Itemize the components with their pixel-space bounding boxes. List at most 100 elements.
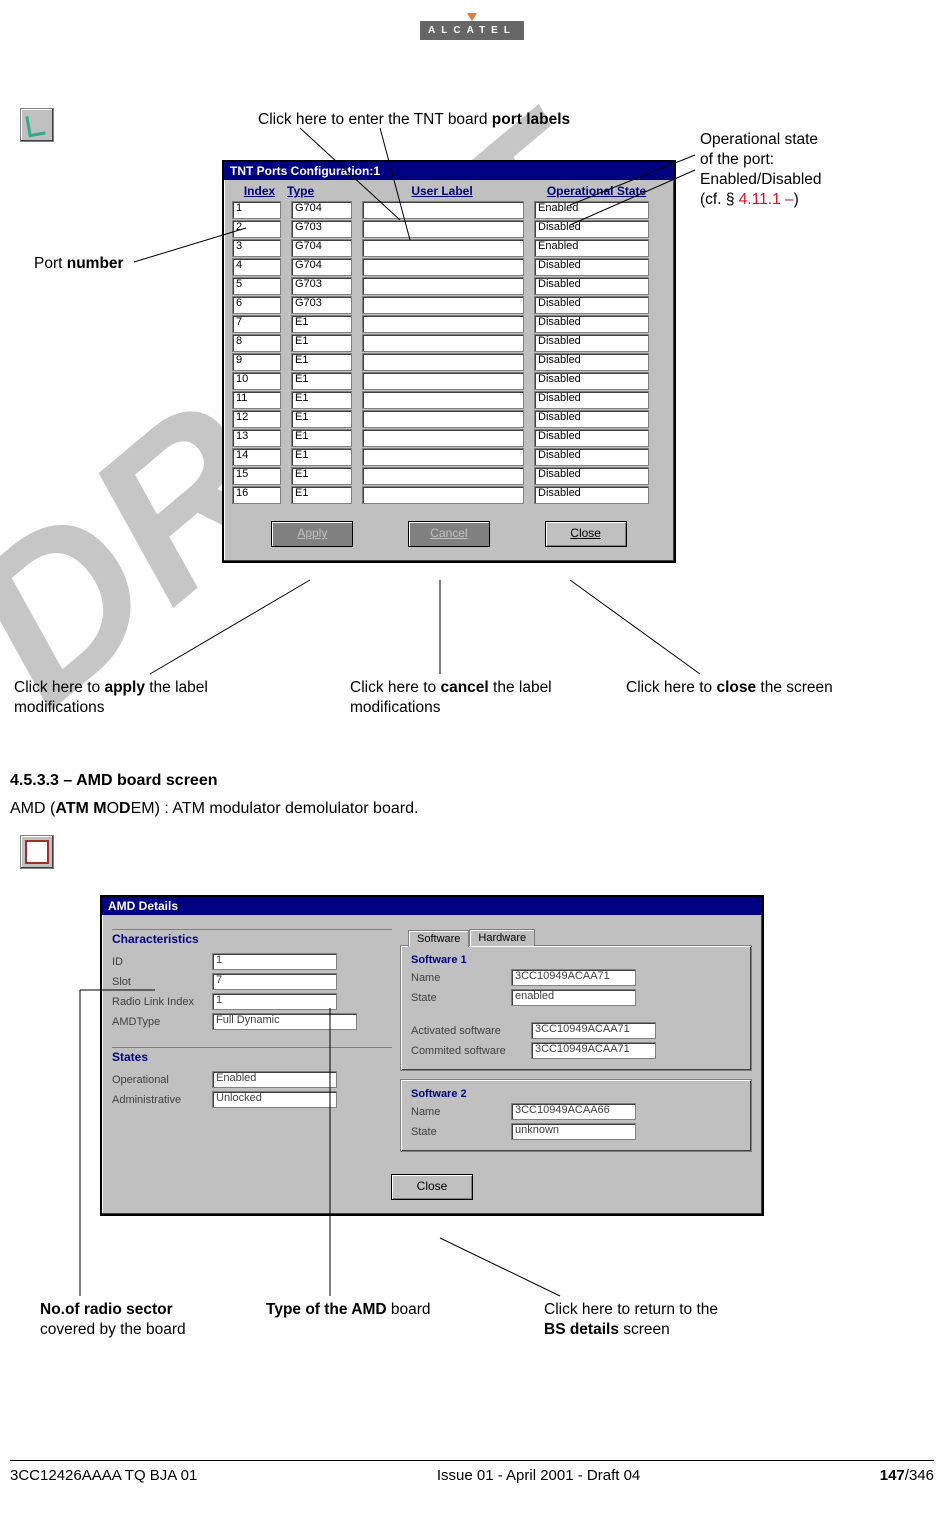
states-group: States bbox=[112, 1047, 392, 1068]
user-label-input[interactable] bbox=[362, 429, 524, 447]
table-row: 10E1Disabled bbox=[232, 372, 666, 390]
index-cell: 2 bbox=[232, 220, 281, 238]
user-label-input[interactable] bbox=[362, 220, 524, 238]
footer-center: Issue 01 - April 2001 - Draft 04 bbox=[437, 1467, 640, 1484]
sw1-name-field: 3CC10949ACAA71 bbox=[511, 969, 636, 986]
index-cell: 12 bbox=[232, 410, 281, 428]
user-label-input[interactable] bbox=[362, 467, 524, 485]
administrative-field: Unlocked bbox=[212, 1091, 337, 1108]
characteristics-group: Characteristics bbox=[112, 929, 392, 950]
footer-left: 3CC12426AAAA TQ BJA 01 bbox=[10, 1467, 197, 1484]
callout-cancel: Click here to cancel the label modificat… bbox=[350, 678, 552, 718]
tnt-titlebar: TNT Ports Configuration:1 bbox=[224, 162, 674, 180]
state-cell: Disabled bbox=[534, 410, 649, 428]
callout-port-number: Port number bbox=[34, 254, 124, 274]
index-cell: 8 bbox=[232, 334, 281, 352]
cancel-button[interactable]: Cancel bbox=[408, 521, 490, 547]
callout-radio-sector: No.of radio sector covered by the board bbox=[40, 1300, 186, 1340]
user-label-input[interactable] bbox=[362, 486, 524, 504]
index-cell: 3 bbox=[232, 239, 281, 257]
state-cell: Disabled bbox=[534, 296, 649, 314]
page-footer: 3CC12426AAAA TQ BJA 01 Issue 01 - April … bbox=[10, 1460, 934, 1484]
tnt-icon bbox=[20, 108, 54, 142]
index-cell: 1 bbox=[232, 201, 281, 219]
sw2-name-field: 3CC10949ACAA66 bbox=[511, 1103, 636, 1120]
index-cell: 15 bbox=[232, 467, 281, 485]
tab-hardware[interactable]: Hardware bbox=[469, 929, 535, 946]
amd-icon bbox=[20, 835, 54, 869]
index-cell: 9 bbox=[232, 353, 281, 371]
software-2-title: Software 2 bbox=[411, 1088, 741, 1100]
user-label-input[interactable] bbox=[362, 410, 524, 428]
index-cell: 7 bbox=[232, 315, 281, 333]
index-cell: 11 bbox=[232, 391, 281, 409]
index-cell: 14 bbox=[232, 448, 281, 466]
index-cell: 16 bbox=[232, 486, 281, 504]
type-cell: E1 bbox=[291, 429, 352, 447]
tab-software[interactable]: Software bbox=[408, 930, 469, 947]
index-cell: 6 bbox=[232, 296, 281, 314]
user-label-input[interactable] bbox=[362, 353, 524, 371]
type-cell: E1 bbox=[291, 334, 352, 352]
sw1-state-field: enabled bbox=[511, 989, 636, 1006]
table-row: 4G704Disabled bbox=[232, 258, 666, 276]
user-label-input[interactable] bbox=[362, 258, 524, 276]
table-row: 9E1Disabled bbox=[232, 353, 666, 371]
type-cell: G703 bbox=[291, 296, 352, 314]
index-cell: 10 bbox=[232, 372, 281, 390]
index-cell: 5 bbox=[232, 277, 281, 295]
apply-button[interactable]: Apply bbox=[271, 521, 353, 547]
callout-amd-type: Type of the AMD board bbox=[266, 1300, 431, 1320]
table-row: 5G703Disabled bbox=[232, 277, 666, 295]
user-label-input[interactable] bbox=[362, 448, 524, 466]
sw2-state-field: unknown bbox=[511, 1123, 636, 1140]
table-row: 14E1Disabled bbox=[232, 448, 666, 466]
index-cell: 4 bbox=[232, 258, 281, 276]
type-cell: E1 bbox=[291, 486, 352, 504]
id-field: 1 bbox=[212, 953, 337, 970]
footer-right: 147/346 bbox=[880, 1467, 934, 1484]
state-cell: Disabled bbox=[534, 391, 649, 409]
state-cell: Disabled bbox=[534, 467, 649, 485]
type-cell: E1 bbox=[291, 391, 352, 409]
callout-bs-details: Click here to return to the BS details s… bbox=[544, 1300, 718, 1340]
state-cell: Disabled bbox=[534, 486, 649, 504]
slot-field: 7 bbox=[212, 973, 337, 990]
state-cell: Disabled bbox=[534, 277, 649, 295]
user-label-input[interactable] bbox=[362, 201, 524, 219]
table-row: 16 E1 Disabled bbox=[232, 486, 666, 504]
state-cell: Disabled bbox=[534, 315, 649, 333]
amd-titlebar: AMD Details bbox=[102, 897, 762, 915]
table-row: 7 E1 Disabled bbox=[232, 315, 666, 333]
amd-type-field: Full Dynamic bbox=[212, 1013, 357, 1030]
user-label-input[interactable] bbox=[362, 239, 524, 257]
callout-port-labels: Click here to enter the TNT board port l… bbox=[258, 110, 570, 130]
table-row: 12 E1 Disabled bbox=[232, 410, 666, 428]
type-cell: G703 bbox=[291, 220, 352, 238]
section-heading: 4.5.3.3 – AMD board screen bbox=[10, 772, 218, 790]
logo: ALCATEL bbox=[10, 20, 934, 40]
user-label-input[interactable] bbox=[362, 334, 524, 352]
table-row: 6 G703 Disabled bbox=[232, 296, 666, 314]
amd-details-window: AMD Details Characteristics ID1 Slot7 Ra… bbox=[100, 895, 764, 1216]
user-label-input[interactable] bbox=[362, 315, 524, 333]
tnt-ports-window: TNT Ports Configuration:1 Index Type Use… bbox=[222, 160, 676, 563]
table-row: 15E1Disabled bbox=[232, 467, 666, 485]
user-label-input[interactable] bbox=[362, 277, 524, 295]
activated-sw-field: 3CC10949ACAA71 bbox=[531, 1022, 656, 1039]
user-label-input[interactable] bbox=[362, 372, 524, 390]
index-cell: 13 bbox=[232, 429, 281, 447]
type-cell: E1 bbox=[291, 410, 352, 428]
user-label-input[interactable] bbox=[362, 296, 524, 314]
close-button[interactable]: Close bbox=[545, 521, 627, 547]
state-cell: Disabled bbox=[534, 448, 649, 466]
state-cell: Disabled bbox=[534, 258, 649, 276]
type-cell: E1 bbox=[291, 315, 352, 333]
type-cell: G704 bbox=[291, 201, 352, 219]
amd-close-button[interactable]: Close bbox=[391, 1174, 473, 1200]
type-cell: G704 bbox=[291, 239, 352, 257]
state-cell: Enabled bbox=[534, 201, 649, 219]
state-cell: Enabled bbox=[534, 239, 649, 257]
user-label-input[interactable] bbox=[362, 391, 524, 409]
table-row: 13E1Disabled bbox=[232, 429, 666, 447]
